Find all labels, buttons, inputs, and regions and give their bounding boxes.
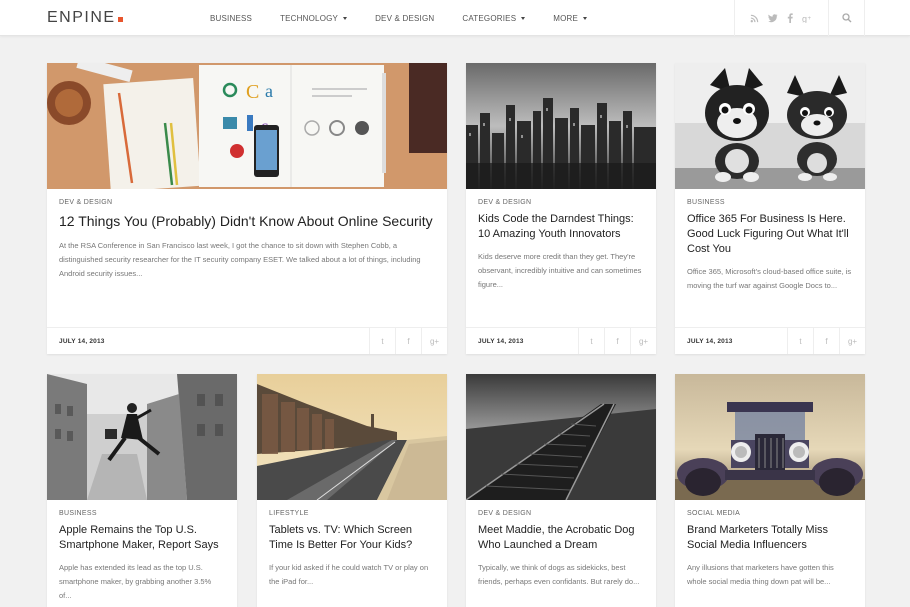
post-body: DEV & DESIGN Kids Code the Darndest Thin… [478,199,644,292]
post-body: SOCIAL MEDIA Brand Marketers Totally Mis… [687,510,853,589]
post-body: DEV & DESIGN 12 Things You (Probably) Di… [59,199,435,281]
nav-dev-design[interactable]: DEV & DESIGN [375,14,434,23]
post-category[interactable]: BUSINESS [687,199,853,206]
nav-categories[interactable]: CATEGORIES [462,13,526,23]
post-title[interactable]: Tablets vs. TV: Which Screen Time Is Bet… [269,523,435,553]
post-body: LIFESTYLE Tablets vs. TV: Which Screen T… [269,510,435,589]
header-social: g + [734,0,829,36]
share-twitter-button[interactable]: t [369,328,395,354]
twitter-icon: t [381,337,384,346]
google-plus-icon: g+ [847,337,858,346]
post-category[interactable]: SOCIAL MEDIA [687,510,853,517]
post-title[interactable]: Apple Remains the Top U.S. Smartphone Ma… [59,523,225,553]
post-title[interactable]: Meet Maddie, the Acrobatic Dog Who Launc… [478,523,644,553]
twitter-icon: t [590,337,593,346]
post-title[interactable]: Brand Marketers Totally Miss Social Medi… [687,523,853,553]
rss-icon[interactable] [750,14,759,23]
site-header: ENPINE BUSINESS TECHNOLOGY DEV & DESIGN … [0,0,910,36]
facebook-icon: f [407,337,410,346]
share-twitter-button[interactable]: t [787,328,813,354]
post-card[interactable]: DEV & DESIGN Meet Maddie, the Acrobatic … [466,374,656,607]
search-icon [841,13,852,23]
search-button[interactable] [829,0,865,36]
post-card[interactable]: BUSINESS Apple Remains the Top U.S. Smar… [47,374,237,607]
post-excerpt: Office 365, Microsoft's cloud-based offi… [687,267,852,290]
svg-text:+: + [808,16,812,22]
post-thumbnail[interactable] [675,374,865,500]
post-date: JULY 14, 2013 [687,338,733,345]
share-facebook-button[interactable]: f [813,328,839,354]
site-logo[interactable]: ENPINE [47,9,123,27]
post-excerpt: Apple has extended its lead as the top U… [59,563,212,600]
post-body: BUSINESS Apple Remains the Top U.S. Smar… [59,510,225,603]
post-excerpt: At the RSA Conference in San Francisco l… [59,241,421,278]
share-twitter-button[interactable]: t [578,328,604,354]
post-excerpt: Typically, we think of dogs as sidekicks… [478,563,640,586]
share-google-plus-button[interactable]: g+ [421,328,447,354]
post-card[interactable]: C a c DEV & DESIGN 12 Things You (Probab… [47,63,447,354]
post-category[interactable]: DEV & DESIGN [478,199,644,206]
post-excerpt: Any illusions that marketers have gotten… [687,563,834,586]
post-title[interactable]: Kids Code the Darndest Things: 10 Amazin… [478,212,644,242]
main-nav: BUSINESS TECHNOLOGY DEV & DESIGN CATEGOR… [210,0,615,36]
google-plus-icon: g+ [429,337,440,346]
nav-business[interactable]: BUSINESS [210,14,252,23]
svg-text:a: a [265,81,273,101]
logo-text: ENPINE [47,9,116,26]
post-body: DEV & DESIGN Meet Maddie, the Acrobatic … [478,510,644,589]
post-footer: JULY 14, 2013 t f g+ [466,327,656,354]
post-date: JULY 14, 2013 [478,338,524,345]
post-category[interactable]: LIFESTYLE [269,510,435,517]
caret-down-icon [343,16,348,20]
post-thumbnail[interactable] [466,63,656,189]
post-title[interactable]: Office 365 For Business Is Here. Good Lu… [687,212,853,257]
post-card[interactable]: LIFESTYLE Tablets vs. TV: Which Screen T… [257,374,447,607]
nav-label: BUSINESS [210,13,253,23]
caret-down-icon [521,16,526,20]
google-plus-icon[interactable]: g + [802,14,813,23]
post-thumbnail[interactable] [675,63,865,189]
twitter-icon[interactable] [768,13,778,23]
nav-label: DEV & DESIGN [375,13,435,23]
logo-dot [117,17,123,22]
post-thumbnail[interactable] [466,374,656,500]
facebook-icon[interactable] [787,13,793,23]
twitter-icon: t [799,337,802,346]
nav-label: MORE [553,13,579,23]
post-category[interactable]: DEV & DESIGN [59,199,435,206]
share-facebook-button[interactable]: f [604,328,630,354]
post-thumbnail[interactable] [257,374,447,500]
post-date: JULY 14, 2013 [59,338,105,345]
post-footer: JULY 14, 2013 t f g+ [675,327,865,354]
post-card[interactable]: SOCIAL MEDIA Brand Marketers Totally Mis… [675,374,865,607]
nav-label: CATEGORIES [462,13,517,23]
share-google-plus-button[interactable]: g+ [839,328,865,354]
svg-text:g: g [802,14,807,23]
post-thumbnail[interactable] [47,374,237,500]
share-google-plus-button[interactable]: g+ [630,328,656,354]
post-title[interactable]: 12 Things You (Probably) Didn't Know Abo… [59,212,435,231]
google-plus-icon: g+ [638,337,649,346]
nav-more[interactable]: MORE [553,13,588,23]
post-body: BUSINESS Office 365 For Business Is Here… [687,199,853,293]
share-facebook-button[interactable]: f [395,328,421,354]
nav-label: TECHNOLOGY [280,13,339,23]
facebook-icon: f [825,337,828,346]
post-excerpt: Kids deserve more credit than they get. … [478,252,642,289]
post-card[interactable]: BUSINESS Office 365 For Business Is Here… [675,63,865,354]
post-category[interactable]: BUSINESS [59,510,225,517]
svg-text:C: C [246,81,259,103]
post-card[interactable]: DEV & DESIGN Kids Code the Darndest Thin… [466,63,656,354]
post-thumbnail[interactable]: C a c [47,63,447,189]
post-category[interactable]: DEV & DESIGN [478,510,644,517]
post-excerpt: If your kid asked if he could watch TV o… [269,563,429,586]
post-footer: JULY 14, 2013 t f g+ [47,327,447,354]
facebook-icon: f [616,337,619,346]
nav-technology[interactable]: TECHNOLOGY [280,13,348,23]
caret-down-icon [583,16,588,20]
